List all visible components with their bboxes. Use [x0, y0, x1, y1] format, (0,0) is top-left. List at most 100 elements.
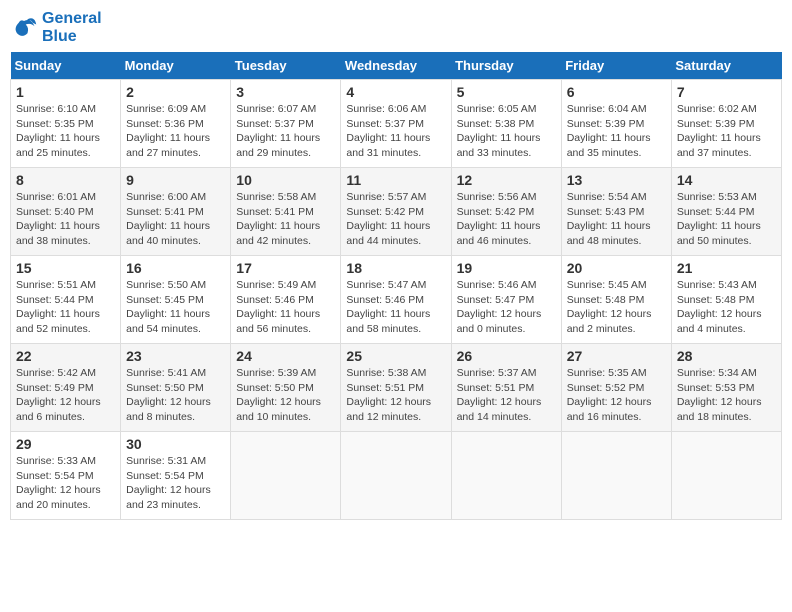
calendar-cell: 17 Sunrise: 5:49 AM Sunset: 5:46 PM Dayli… [231, 256, 341, 344]
day-number: 17 [236, 260, 335, 276]
day-detail: Sunrise: 5:54 AM Sunset: 5:43 PM Dayligh… [567, 190, 666, 249]
calendar-cell: 2 Sunrise: 6:09 AM Sunset: 5:36 PM Daylig… [121, 80, 231, 168]
calendar-cell: 11 Sunrise: 5:57 AM Sunset: 5:42 PM Dayli… [341, 168, 451, 256]
logo: General Blue [10, 10, 102, 46]
day-detail: Sunrise: 6:10 AM Sunset: 5:35 PM Dayligh… [16, 102, 115, 161]
day-detail: Sunrise: 5:47 AM Sunset: 5:46 PM Dayligh… [346, 278, 445, 337]
calendar-cell: 25 Sunrise: 5:38 AM Sunset: 5:51 PM Dayli… [341, 344, 451, 432]
day-detail: Sunrise: 5:58 AM Sunset: 5:41 PM Dayligh… [236, 190, 335, 249]
day-detail: Sunrise: 6:02 AM Sunset: 5:39 PM Dayligh… [677, 102, 776, 161]
day-detail: Sunrise: 5:37 AM Sunset: 5:51 PM Dayligh… [457, 366, 556, 425]
day-number: 13 [567, 172, 666, 188]
day-detail: Sunrise: 5:49 AM Sunset: 5:46 PM Dayligh… [236, 278, 335, 337]
calendar-cell: 3 Sunrise: 6:07 AM Sunset: 5:37 PM Daylig… [231, 80, 341, 168]
calendar-cell: 18 Sunrise: 5:47 AM Sunset: 5:46 PM Dayli… [341, 256, 451, 344]
weekday-header-tuesday: Tuesday [231, 52, 341, 80]
day-detail: Sunrise: 5:31 AM Sunset: 5:54 PM Dayligh… [126, 454, 225, 513]
day-number: 28 [677, 348, 776, 364]
calendar-week-3: 15Sunrise: 5:51 AM Sunset: 5:44 PM Dayli… [11, 256, 782, 344]
day-detail: Sunrise: 6:05 AM Sunset: 5:38 PM Dayligh… [457, 102, 556, 161]
calendar-cell: 22 Sunrise: 5:42 AM Sunset: 5:49 PM Dayli… [11, 344, 121, 432]
day-number: 23 [126, 348, 225, 364]
calendar-cell: 16 Sunrise: 5:50 AM Sunset: 5:45 PM Dayli… [121, 256, 231, 344]
day-detail: Sunrise: 6:09 AM Sunset: 5:36 PM Dayligh… [126, 102, 225, 161]
calendar-table: SundayMondayTuesdayWednesdayThursdayFrid… [10, 52, 782, 520]
weekday-header-saturday: Saturday [671, 52, 781, 80]
day-detail: Sunrise: 5:56 AM Sunset: 5:42 PM Dayligh… [457, 190, 556, 249]
calendar-cell: 7 Sunrise: 6:02 AM Sunset: 5:39 PM Daylig… [671, 80, 781, 168]
day-number: 15 [16, 260, 115, 276]
calendar-week-5: 29 Sunrise: 5:33 AM Sunset: 5:54 PM Dayli… [11, 432, 782, 520]
day-detail: Sunrise: 5:50 AM Sunset: 5:45 PM Dayligh… [126, 278, 225, 337]
day-detail: Sunrise: 6:01 AM Sunset: 5:40 PM Dayligh… [16, 190, 115, 249]
calendar-cell: 26 Sunrise: 5:37 AM Sunset: 5:51 PM Dayli… [451, 344, 561, 432]
day-number: 6 [567, 84, 666, 100]
day-number: 21 [677, 260, 776, 276]
calendar-week-2: 8 Sunrise: 6:01 AM Sunset: 5:40 PM Daylig… [11, 168, 782, 256]
logo-icon [10, 14, 38, 42]
day-number: 26 [457, 348, 556, 364]
calendar-cell: 27 Sunrise: 5:35 AM Sunset: 5:52 PM Dayli… [561, 344, 671, 432]
weekday-header-sunday: Sunday [11, 52, 121, 80]
day-detail: Sunrise: 6:06 AM Sunset: 5:37 PM Dayligh… [346, 102, 445, 161]
calendar-cell [341, 432, 451, 520]
day-number: 27 [567, 348, 666, 364]
calendar-week-1: 1 Sunrise: 6:10 AM Sunset: 5:35 PM Daylig… [11, 80, 782, 168]
day-detail: Sunrise: 6:00 AM Sunset: 5:41 PM Dayligh… [126, 190, 225, 249]
day-number: 8 [16, 172, 115, 188]
calendar-cell [451, 432, 561, 520]
day-number: 30 [126, 436, 225, 452]
day-number: 11 [346, 172, 445, 188]
calendar-cell: 9 Sunrise: 6:00 AM Sunset: 5:41 PM Daylig… [121, 168, 231, 256]
day-number: 4 [346, 84, 445, 100]
day-detail: Sunrise: 5:39 AM Sunset: 5:50 PM Dayligh… [236, 366, 335, 425]
day-detail: Sunrise: 5:35 AM Sunset: 5:52 PM Dayligh… [567, 366, 666, 425]
calendar-cell: 23 Sunrise: 5:41 AM Sunset: 5:50 PM Dayli… [121, 344, 231, 432]
day-number: 16 [126, 260, 225, 276]
day-detail: Sunrise: 5:57 AM Sunset: 5:42 PM Dayligh… [346, 190, 445, 249]
day-detail: Sunrise: 5:53 AM Sunset: 5:44 PM Dayligh… [677, 190, 776, 249]
calendar-cell: 19 Sunrise: 5:46 AM Sunset: 5:47 PM Dayli… [451, 256, 561, 344]
day-number: 29 [16, 436, 115, 452]
day-detail: Sunrise: 5:41 AM Sunset: 5:50 PM Dayligh… [126, 366, 225, 425]
calendar-cell: 14 Sunrise: 5:53 AM Sunset: 5:44 PM Dayli… [671, 168, 781, 256]
calendar-cell: 5 Sunrise: 6:05 AM Sunset: 5:38 PM Daylig… [451, 80, 561, 168]
day-number: 24 [236, 348, 335, 364]
day-detail: Sunrise: 5:42 AM Sunset: 5:49 PM Dayligh… [16, 366, 115, 425]
calendar-cell: 8 Sunrise: 6:01 AM Sunset: 5:40 PM Daylig… [11, 168, 121, 256]
day-detail: Sunrise: 5:46 AM Sunset: 5:47 PM Dayligh… [457, 278, 556, 337]
day-number: 20 [567, 260, 666, 276]
day-detail: Sunrise: 5:43 AM Sunset: 5:48 PM Dayligh… [677, 278, 776, 337]
day-number: 9 [126, 172, 225, 188]
day-number: 5 [457, 84, 556, 100]
day-number: 25 [346, 348, 445, 364]
day-detail: Sunrise: 6:07 AM Sunset: 5:37 PM Dayligh… [236, 102, 335, 161]
calendar-cell: 28 Sunrise: 5:34 AM Sunset: 5:53 PM Dayli… [671, 344, 781, 432]
day-number: 22 [16, 348, 115, 364]
calendar-week-4: 22 Sunrise: 5:42 AM Sunset: 5:49 PM Dayli… [11, 344, 782, 432]
calendar-cell: 15Sunrise: 5:51 AM Sunset: 5:44 PM Dayli… [11, 256, 121, 344]
calendar-cell [561, 432, 671, 520]
weekday-header-monday: Monday [121, 52, 231, 80]
day-number: 19 [457, 260, 556, 276]
day-number: 14 [677, 172, 776, 188]
day-detail: Sunrise: 5:33 AM Sunset: 5:54 PM Dayligh… [16, 454, 115, 513]
day-detail: Sunrise: 5:34 AM Sunset: 5:53 PM Dayligh… [677, 366, 776, 425]
day-number: 1 [16, 84, 115, 100]
day-number: 10 [236, 172, 335, 188]
page-header: General Blue [10, 10, 782, 46]
weekday-header-row: SundayMondayTuesdayWednesdayThursdayFrid… [11, 52, 782, 80]
calendar-cell: 12Sunrise: 5:56 AM Sunset: 5:42 PM Dayli… [451, 168, 561, 256]
day-number: 2 [126, 84, 225, 100]
calendar-cell [231, 432, 341, 520]
calendar-cell: 13 Sunrise: 5:54 AM Sunset: 5:43 PM Dayli… [561, 168, 671, 256]
day-number: 3 [236, 84, 335, 100]
calendar-cell: 29 Sunrise: 5:33 AM Sunset: 5:54 PM Dayli… [11, 432, 121, 520]
day-detail: Sunrise: 5:38 AM Sunset: 5:51 PM Dayligh… [346, 366, 445, 425]
logo-text: General Blue [42, 10, 102, 46]
day-number: 18 [346, 260, 445, 276]
calendar-cell: 4 Sunrise: 6:06 AM Sunset: 5:37 PM Daylig… [341, 80, 451, 168]
calendar-cell: 10 Sunrise: 5:58 AM Sunset: 5:41 PM Dayli… [231, 168, 341, 256]
calendar-cell: 24 Sunrise: 5:39 AM Sunset: 5:50 PM Dayli… [231, 344, 341, 432]
day-number: 7 [677, 84, 776, 100]
